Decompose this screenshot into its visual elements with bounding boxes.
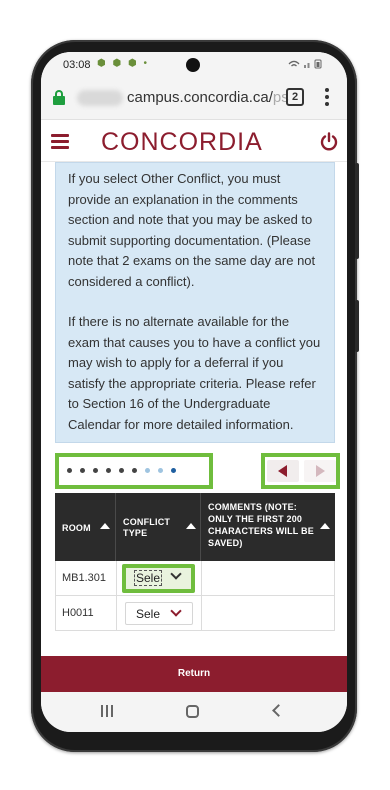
chevron-down-icon — [170, 605, 182, 617]
power-logout-icon[interactable] — [319, 132, 339, 152]
column-header-comments[interactable]: COMMENTS (NOTE: ONLY THE FIRST 200 CHARA… — [201, 493, 335, 561]
home-icon[interactable] — [186, 705, 199, 718]
conflict-type-select[interactable]: Sele — [122, 564, 195, 593]
table-header: ROOM CONFLICT TYPE COMMENTS (NOTE: ONLY … — [55, 493, 335, 561]
sort-up-icon — [186, 523, 196, 529]
android-nav-bar — [41, 692, 347, 732]
recents-icon[interactable] — [101, 705, 113, 717]
page-dot-active[interactable] — [171, 468, 176, 473]
screen: 03:08 ⬢ ⬢ ⬢ • campus.concordia.ca/ps 2 C… — [41, 52, 347, 732]
page-dot[interactable] — [80, 468, 85, 473]
volume-button — [355, 163, 359, 259]
info-paragraph-1: If you select Other Conflict, you must p… — [68, 171, 316, 289]
conflict-type-cell: Sele — [117, 561, 202, 596]
arrow-right-icon — [316, 465, 325, 477]
pager-nav — [261, 453, 340, 489]
tab-switcher-button[interactable]: 2 — [286, 88, 304, 106]
info-notice: If you select Other Conflict, you must p… — [55, 162, 335, 443]
page-dot[interactable] — [119, 468, 124, 473]
url-text[interactable]: campus.concordia.ca/ps — [127, 89, 289, 106]
sort-up-icon — [100, 523, 110, 529]
status-time: 03:08 — [63, 59, 91, 71]
status-bar: 03:08 ⬢ ⬢ ⬢ • — [41, 52, 347, 78]
brand-logo: CONCORDIA — [101, 128, 263, 156]
hamburger-menu-icon[interactable] — [51, 134, 69, 149]
tray-icons — [287, 59, 327, 71]
app-header: CONCORDIA — [41, 120, 347, 162]
conflict-table: ROOM CONFLICT TYPE COMMENTS (NOTE: ONLY … — [55, 493, 335, 631]
comments-cell[interactable] — [202, 561, 335, 596]
power-side-button — [355, 300, 359, 352]
more-options-icon[interactable] — [324, 88, 330, 108]
browser-url-bar[interactable]: campus.concordia.ca/ps 2 — [41, 78, 347, 120]
lock-icon — [53, 90, 65, 105]
page-dot[interactable] — [93, 468, 98, 473]
conflict-type-cell: Sele — [117, 596, 202, 631]
url-redacted — [77, 90, 123, 106]
return-button[interactable]: Return — [41, 656, 347, 692]
info-paragraph-2: If there is no alternate available for t… — [68, 314, 321, 432]
next-button[interactable] — [304, 460, 336, 482]
table-row: H0011 Sele — [55, 596, 335, 631]
page-dot[interactable] — [145, 468, 150, 473]
room-cell: MB1.301 — [56, 561, 117, 596]
page-indicator — [55, 453, 213, 489]
page-dot[interactable] — [106, 468, 111, 473]
table-row: MB1.301 Sele — [55, 561, 335, 596]
page-dot[interactable] — [67, 468, 72, 473]
page-dot[interactable] — [132, 468, 137, 473]
page-dot[interactable] — [158, 468, 163, 473]
back-icon[interactable] — [272, 704, 285, 717]
arrow-left-icon — [278, 465, 287, 477]
notification-icons: ⬢ ⬢ ⬢ • — [97, 58, 150, 69]
sort-up-icon — [320, 523, 330, 529]
camera-cutout — [186, 58, 200, 72]
previous-button[interactable] — [267, 460, 299, 482]
column-header-conflict-type[interactable]: CONFLICT TYPE — [116, 493, 201, 561]
comments-cell[interactable] — [202, 596, 335, 631]
conflict-type-select[interactable]: Sele — [125, 602, 193, 625]
column-header-room[interactable]: ROOM — [55, 493, 116, 561]
chevron-down-icon — [170, 568, 182, 580]
room-cell: H0011 — [56, 596, 117, 631]
